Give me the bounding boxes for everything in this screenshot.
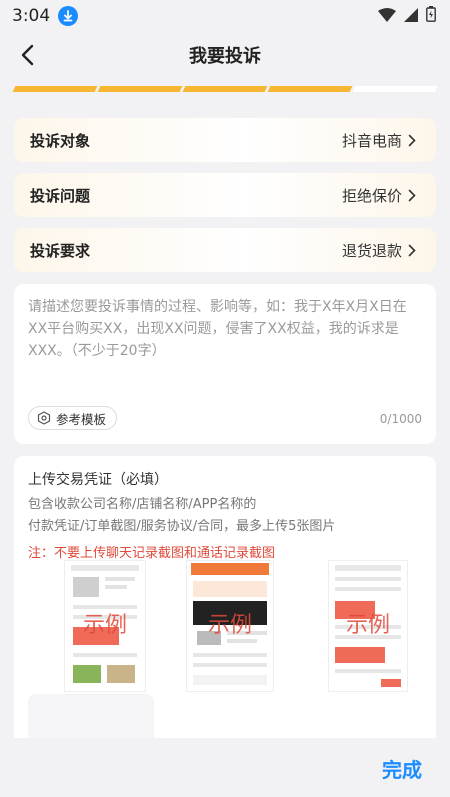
row-value: 退货退款 [341, 241, 402, 260]
sample-gallery: 示例 示例 示例 [28, 560, 422, 692]
battery-icon [426, 6, 436, 26]
complaint-request-row[interactable]: 投诉要求 退货退款 [14, 228, 436, 272]
upload-desc-line: 包含收款公司名称/店铺名称/APP名称的 [28, 497, 257, 512]
complaint-issue-row[interactable]: 投诉问题 拒绝保价 [14, 173, 436, 217]
wifi-icon [378, 7, 396, 26]
complaint-target-row[interactable]: 投诉对象 抖音电商 [14, 118, 436, 162]
status-bar: 3:04 [0, 0, 450, 32]
row-value: 抖音电商 [341, 131, 402, 150]
status-time: 3:04 [12, 6, 51, 26]
download-icon [58, 6, 79, 26]
step-progress [12, 86, 438, 92]
upload-card: 上传交易凭证（必填） 包含收款公司名称/店铺名称/APP名称的 付款凭证/订单截… [14, 456, 436, 756]
progress-step [267, 86, 353, 92]
sample-label: 示例 [82, 613, 128, 639]
upload-desc: 包含收款公司名称/店铺名称/APP名称的 付款凭证/订单截图/服务协议/合同，最… [28, 494, 422, 538]
chevron-left-icon [21, 44, 34, 66]
sample-image[interactable]: 示例 [328, 560, 408, 692]
progress-step [352, 86, 438, 92]
chevron-right-icon [408, 133, 420, 147]
description-card[interactable]: 请描述您要投诉事情的过程、影响等，如：我于X年X月X日在XX平台购买XX，出现X… [14, 284, 436, 444]
progress-step [97, 86, 183, 92]
done-button[interactable]: 完成 [382, 754, 422, 783]
progress-step [182, 86, 268, 92]
nav-bar: 我要投诉 [0, 32, 450, 78]
chevron-right-icon [408, 188, 420, 202]
back-button[interactable] [12, 40, 42, 70]
sample-image[interactable]: 示例 [64, 560, 146, 692]
description-input[interactable]: 请描述您要投诉事情的过程、影响等，如：我于X年X月X日在XX平台购买XX，出现X… [28, 296, 422, 362]
sample-label: 示例 [345, 613, 391, 639]
template-button-label: 参考模板 [56, 411, 107, 427]
bottom-bar: 完成 [0, 738, 450, 797]
upload-desc-line: 付款凭证/订单截图/服务协议/合同，最多上传5张图片 [28, 519, 336, 534]
chevron-right-icon [408, 243, 420, 257]
char-count: 0/1000 [379, 412, 422, 426]
template-icon [37, 411, 51, 425]
row-value: 拒绝保价 [341, 186, 402, 205]
row-label: 投诉问题 [30, 186, 91, 205]
template-button[interactable]: 参考模板 [28, 406, 118, 430]
row-label: 投诉对象 [30, 131, 91, 150]
signal-icon [404, 7, 418, 26]
row-label: 投诉要求 [30, 241, 91, 260]
sample-label: 示例 [207, 613, 253, 639]
upload-title: 上传交易凭证（必填） [28, 472, 168, 488]
progress-step [12, 86, 98, 92]
sample-image[interactable]: 示例 [186, 560, 274, 692]
page-title: 我要投诉 [189, 46, 261, 67]
